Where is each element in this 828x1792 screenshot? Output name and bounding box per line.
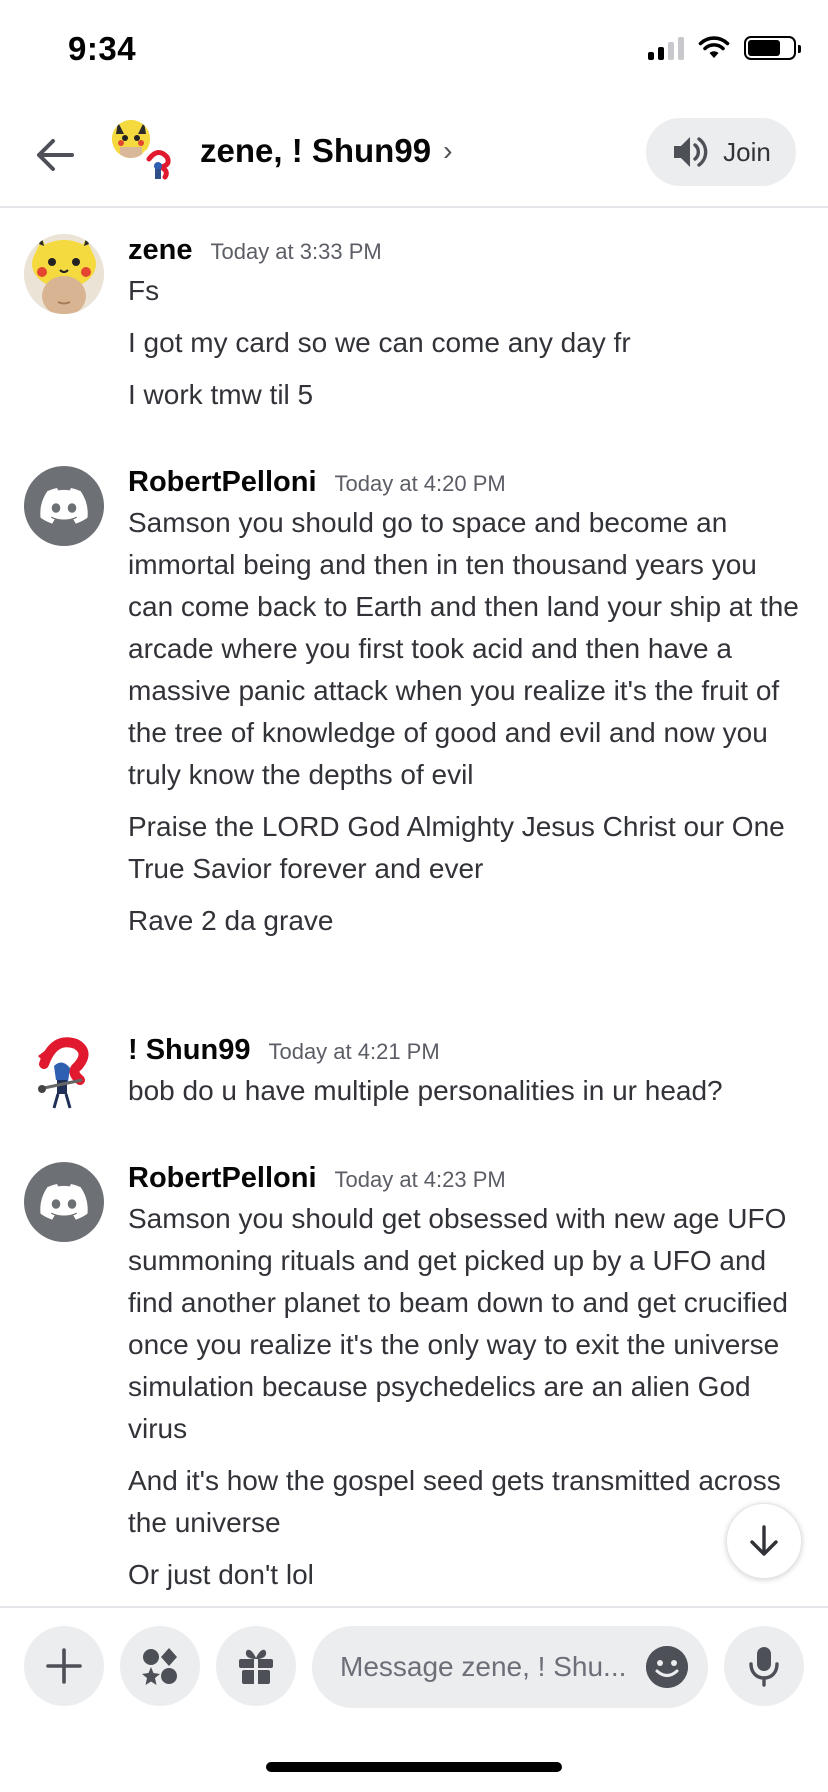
channel-header: zene, ! Shun99 › Join <box>0 100 828 208</box>
attach-button[interactable] <box>24 1626 104 1706</box>
apps-button[interactable] <box>120 1626 200 1706</box>
message-header: RobertPelloni Today at 4:20 PM <box>128 466 800 502</box>
message-header: zene Today at 3:33 PM <box>128 234 800 270</box>
message-content: ! Shun99 Today at 4:21 PM bob do u have … <box>128 1034 800 1112</box>
voice-message-button[interactable] <box>724 1626 804 1706</box>
message-header: ! Shun99 Today at 4:21 PM <box>128 1034 800 1070</box>
shun99-avatar[interactable] <box>24 1034 104 1114</box>
message-text[interactable]: bob do u have multiple personalities in … <box>128 1070 800 1112</box>
apps-icon <box>142 1648 177 1685</box>
arrow-down-icon <box>750 1525 778 1556</box>
status-icons <box>648 36 801 60</box>
wifi-icon <box>698 36 730 58</box>
message-timestamp: Today at 4:23 PM <box>334 1167 506 1192</box>
message-text[interactable]: Rave 2 da grave <box>128 900 800 942</box>
speaker-icon <box>674 137 708 167</box>
back-button[interactable] <box>30 130 80 180</box>
zene-avatar[interactable] <box>24 234 104 314</box>
message-author[interactable]: ! Shun99 <box>128 1034 250 1067</box>
message-text[interactable]: I got my card so we can come any day fr <box>128 322 800 364</box>
cellular-signal-icon <box>648 36 684 60</box>
plus-icon <box>46 1648 82 1684</box>
discord-logo-icon <box>40 1184 88 1220</box>
message-timestamp: Today at 4:21 PM <box>268 1039 440 1064</box>
shun-mini-avatar <box>138 146 178 186</box>
discord-logo-icon <box>40 488 88 524</box>
message-text[interactable]: Samson you should get obsessed with new … <box>128 1198 800 1450</box>
message-input[interactable]: Message zene, ! Shu... <box>312 1626 708 1708</box>
emoji-button[interactable] <box>646 1646 688 1688</box>
message-author[interactable]: RobertPelloni <box>128 1162 317 1195</box>
emoji-icon <box>646 1646 688 1688</box>
message-content: RobertPelloni Today at 4:20 PM Samson yo… <box>128 466 800 942</box>
message-text[interactable]: And it's how the gospel seed gets transm… <box>128 1460 800 1544</box>
message-text[interactable]: Or just don't lol <box>128 1554 800 1596</box>
message-text[interactable]: Samson you should go to space and become… <box>128 502 800 796</box>
microphone-icon <box>749 1647 779 1687</box>
channel-title[interactable]: zene, ! Shun99 › <box>200 132 452 170</box>
message-text[interactable]: I work tmw til 5 <box>128 374 800 416</box>
message-input-placeholder: Message zene, ! Shu... <box>340 1651 627 1682</box>
join-call-button[interactable]: Join <box>646 118 796 186</box>
message-author[interactable]: zene <box>128 234 192 267</box>
message-text[interactable]: Praise the LORD God Almighty Jesus Chris… <box>128 806 800 890</box>
home-indicator[interactable] <box>266 1762 562 1772</box>
group-avatar[interactable] <box>110 116 178 188</box>
message-content: zene Today at 3:33 PM Fs I got my card s… <box>128 234 800 416</box>
jump-to-present-button[interactable] <box>726 1503 802 1579</box>
message-text[interactable]: Fs <box>128 270 800 312</box>
chevron-right-icon: › <box>443 135 453 166</box>
gift-icon <box>239 1649 273 1684</box>
message-composer: Message zene, ! Shu... <box>0 1606 828 1724</box>
channel-title-text: zene, ! Shun99 <box>200 132 432 169</box>
gift-button[interactable] <box>216 1626 296 1706</box>
battery-icon <box>744 36 801 60</box>
arrow-left-icon <box>37 139 74 171</box>
join-label: Join <box>723 136 771 167</box>
robertpelloni-avatar[interactable] <box>24 1162 104 1242</box>
status-bar: 9:34 <box>0 0 828 100</box>
message-timestamp: Today at 3:33 PM <box>210 239 382 264</box>
status-time: 9:34 <box>68 30 137 67</box>
message-header: RobertPelloni Today at 4:23 PM <box>128 1162 800 1198</box>
message-author[interactable]: RobertPelloni <box>128 466 317 499</box>
message-timestamp: Today at 4:20 PM <box>334 471 506 496</box>
message-list[interactable]: zene Today at 3:33 PM Fs I got my card s… <box>0 210 828 1605</box>
robertpelloni-avatar[interactable] <box>24 466 104 546</box>
message-content: RobertPelloni Today at 4:23 PM Samson yo… <box>128 1162 800 1596</box>
